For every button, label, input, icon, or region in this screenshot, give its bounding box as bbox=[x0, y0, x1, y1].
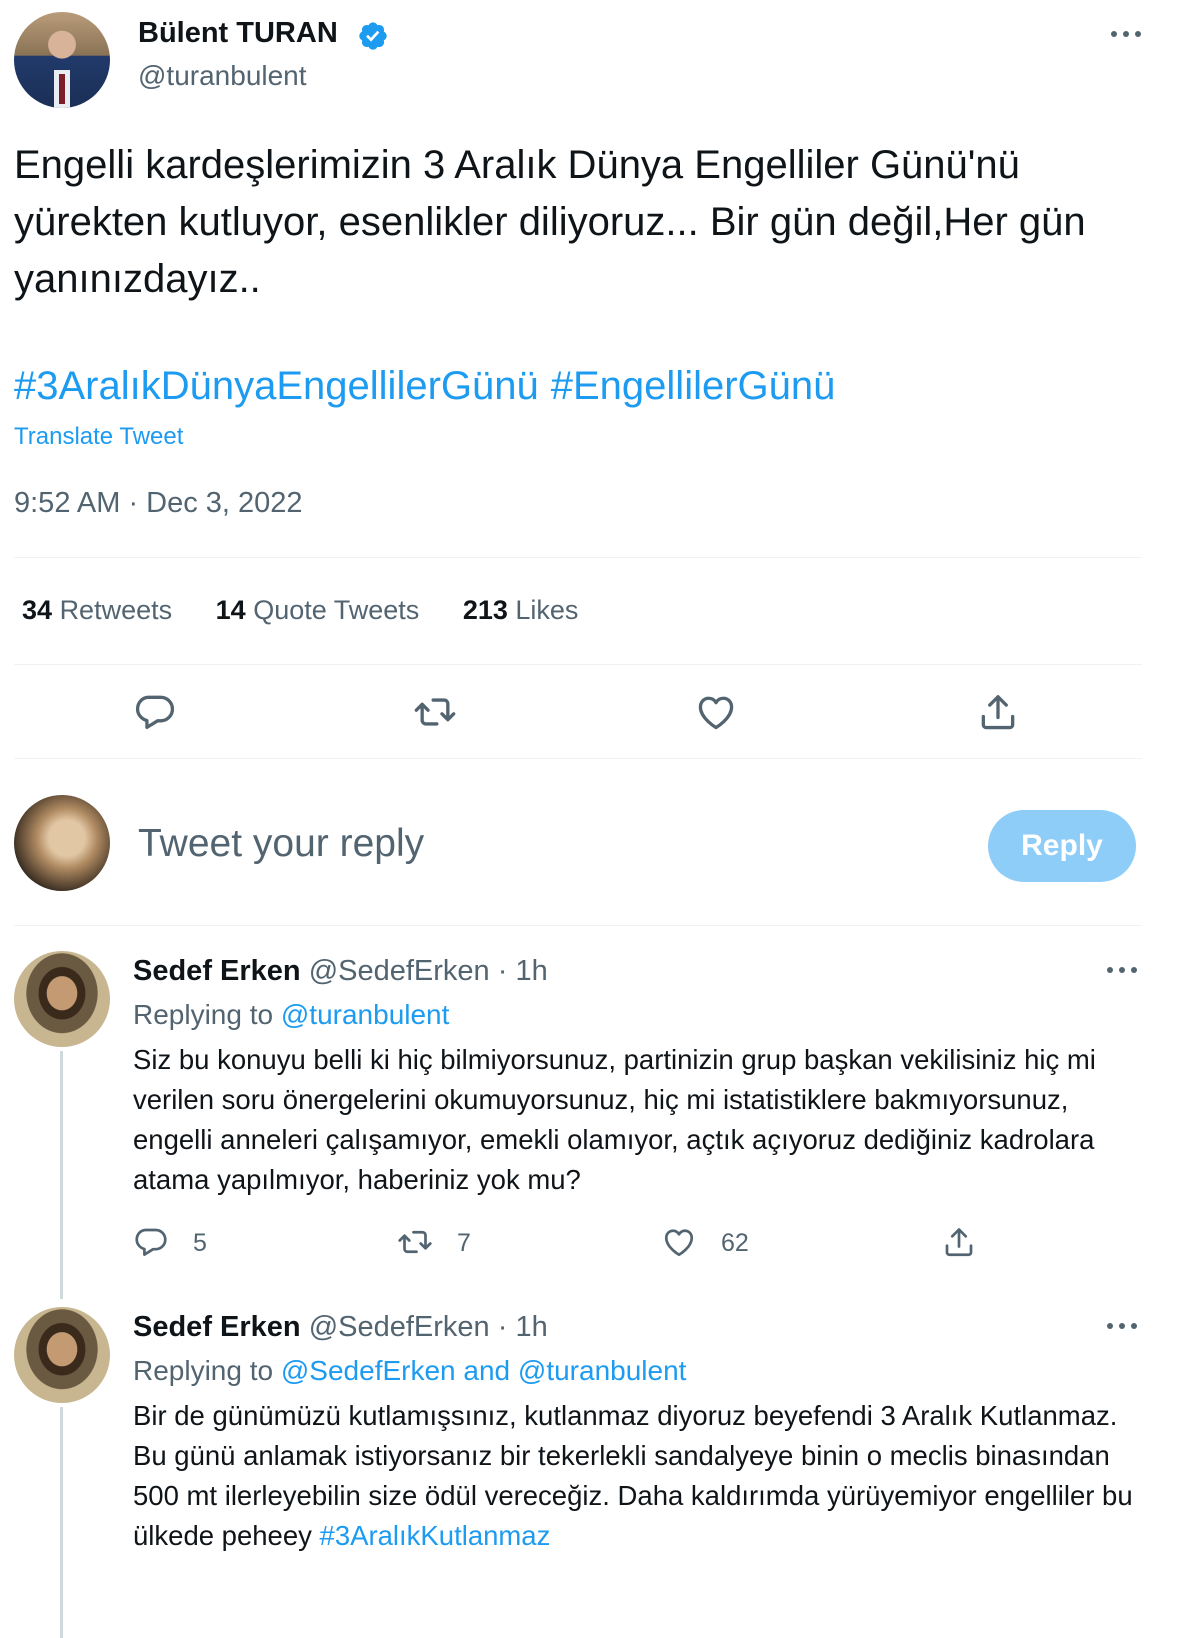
tweet-hashtags: #3AralıkDünyaEngellilerGünü #EngellilerGü… bbox=[14, 360, 847, 412]
mention-link[interactable]: @SedefErken and @turanbulent bbox=[281, 1355, 687, 1386]
reply-text: Bir de günümüzü kutlamışsınız, kutlanmaz… bbox=[133, 1400, 1133, 1551]
author-handle[interactable]: @turanbulent bbox=[138, 60, 307, 92]
hashtag-link[interactable]: #3AralıkDünyaEngellilerGünü bbox=[14, 364, 539, 408]
likes-stat[interactable]: 213 Likes bbox=[463, 595, 579, 626]
like-count: 62 bbox=[721, 1229, 749, 1257]
mention-link[interactable]: @turanbulent bbox=[281, 999, 450, 1030]
divider bbox=[14, 758, 1142, 759]
reply-avatar[interactable] bbox=[14, 1307, 110, 1403]
reply-author-name[interactable]: Sedef Erken bbox=[133, 1311, 301, 1343]
retweet-icon[interactable] bbox=[397, 1224, 433, 1260]
tweet-stats: 34 Retweets 14 Quote Tweets 213 Likes bbox=[22, 595, 614, 626]
reply-author-handle[interactable]: @SedefErken bbox=[309, 955, 490, 987]
replying-to: Replying to @turanbulent bbox=[133, 999, 450, 1030]
more-options-icon[interactable] bbox=[1106, 22, 1146, 46]
share-icon[interactable] bbox=[941, 1224, 977, 1260]
replying-to: Replying to @SedefErken and @turanbulent bbox=[133, 1355, 687, 1386]
verified-badge-icon bbox=[357, 20, 389, 52]
hashtag-link[interactable]: #EngellilerGünü bbox=[551, 364, 836, 408]
thread-line bbox=[60, 1051, 63, 1299]
reply-count: 5 bbox=[193, 1229, 207, 1257]
share-icon[interactable] bbox=[976, 690, 1020, 734]
hashtag-link[interactable]: #3AralıkKutlanmaz bbox=[320, 1520, 551, 1551]
reply-header: Sedef Erken @SedefErken · 1h bbox=[133, 955, 548, 988]
tweet-timestamp[interactable]: 9:52 AM · Dec 3, 2022 bbox=[14, 487, 303, 520]
divider bbox=[14, 925, 1142, 926]
reply-text: Siz bu konuyu belli ki hiç bilmiyorsunuz… bbox=[133, 1044, 1096, 1195]
retweets-stat[interactable]: 34 Retweets bbox=[22, 595, 172, 626]
reply-author-name[interactable]: Sedef Erken bbox=[133, 955, 301, 987]
reply-time[interactable]: · 1h bbox=[498, 955, 548, 987]
reply-time[interactable]: · 1h bbox=[498, 1311, 548, 1343]
reply-input[interactable]: Tweet your reply bbox=[138, 822, 424, 866]
retweet-icon[interactable] bbox=[413, 690, 457, 734]
author-avatar[interactable] bbox=[14, 12, 110, 108]
more-options-icon[interactable] bbox=[1102, 958, 1142, 982]
reply-icon[interactable] bbox=[133, 690, 177, 734]
retweet-count: 7 bbox=[457, 1229, 471, 1257]
translate-tweet-link[interactable]: Translate Tweet bbox=[14, 423, 183, 451]
my-avatar[interactable] bbox=[14, 795, 110, 891]
reply-avatar[interactable] bbox=[14, 951, 110, 1047]
quote-tweets-stat[interactable]: 14 Quote Tweets bbox=[216, 595, 420, 626]
like-icon[interactable] bbox=[694, 690, 738, 734]
reply-icon[interactable] bbox=[133, 1224, 169, 1260]
divider bbox=[14, 664, 1142, 665]
divider bbox=[14, 557, 1142, 558]
reply-header: Sedef Erken @SedefErken · 1h bbox=[133, 1311, 548, 1344]
tweet-text: Engelli kardeşlerimizin 3 Aralık Dünya E… bbox=[14, 143, 1086, 301]
author-name[interactable]: Bülent TURAN bbox=[138, 17, 338, 50]
reply-author-handle[interactable]: @SedefErken bbox=[309, 1311, 490, 1343]
more-options-icon[interactable] bbox=[1102, 1314, 1142, 1338]
reply-button[interactable]: Reply bbox=[988, 810, 1136, 882]
like-icon[interactable] bbox=[661, 1224, 697, 1260]
thread-line bbox=[60, 1407, 63, 1638]
